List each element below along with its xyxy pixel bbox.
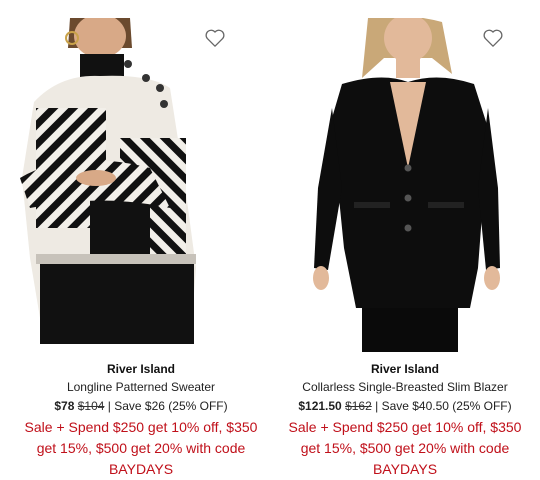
product-brand[interactable]: River Island: [256, 361, 540, 377]
product-info: River Island Collarless Single-Breasted …: [256, 360, 540, 480]
product-photo-blazer: [313, 18, 500, 352]
savings-text: | Save $26 (25% OFF): [104, 399, 228, 413]
product-image[interactable]: [0, 18, 262, 352]
sale-price: $121.50: [298, 399, 342, 413]
promo-code: BAYDAYS: [372, 461, 438, 477]
original-price: $104: [77, 399, 105, 413]
promo-text: Sale + Spend $250 get 10% off, $350 get …: [256, 417, 540, 480]
product-photo-sweater: [20, 18, 196, 344]
product-name[interactable]: Collarless Single-Breasted Slim Blazer: [256, 379, 540, 395]
wishlist-heart-icon[interactable]: [482, 28, 504, 48]
promo-line: Sale + Spend $250 get 10% off, $350: [288, 419, 522, 435]
original-price: $162: [345, 399, 372, 413]
sale-price: $78: [54, 399, 75, 413]
price-line: $121.50 $162 | Save $40.50 (25% OFF): [256, 398, 540, 414]
product-image[interactable]: [292, 18, 518, 352]
promo-line: get 15%, $500 get 20% with code: [300, 440, 510, 456]
product-card[interactable]: River Island Longline Patterned Sweater …: [0, 0, 270, 480]
savings-text: | Save $40.50 (25% OFF): [371, 399, 512, 413]
wishlist-heart-icon[interactable]: [204, 28, 226, 48]
product-grid: River Island Longline Patterned Sweater …: [0, 0, 540, 480]
product-card[interactable]: River Island Collarless Single-Breasted …: [270, 0, 540, 480]
